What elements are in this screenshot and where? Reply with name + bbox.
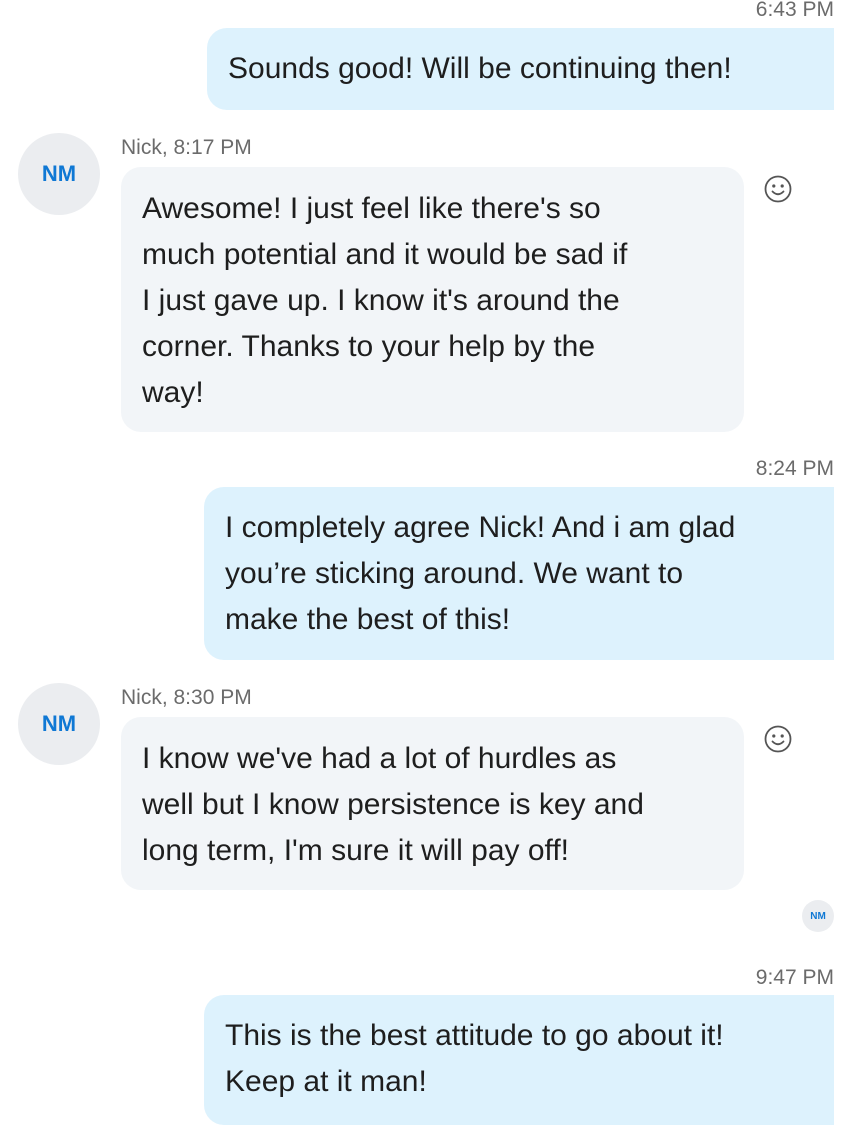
message-timestamp: 9:47 PM xyxy=(755,966,834,989)
smiley-face-icon[interactable] xyxy=(762,723,794,755)
message-text-line: Keep at it man! xyxy=(225,1065,427,1098)
message-text-line: way! xyxy=(142,376,204,409)
message-timestamp: 8:24 PM xyxy=(755,457,834,480)
message-text-line: Sounds good! Will be continuing then! xyxy=(228,52,732,85)
outgoing-message-bubble[interactable]: I completely agree Nick! And i am glad y… xyxy=(204,487,834,660)
message-text-line: corner. Thanks to your help by the xyxy=(142,330,596,363)
message-text-line: Awesome! I just feel like there's so xyxy=(142,192,601,225)
incoming-message-bubble[interactable]: I know we've had a lot of hurdles as wel… xyxy=(121,717,744,890)
incoming-message-bubble[interactable]: Awesome! I just feel like there's so muc… xyxy=(121,167,744,432)
message-text-line: I know we've had a lot of hurdles as xyxy=(142,742,617,775)
message-text-line: I completely agree Nick! And i am glad xyxy=(225,511,736,544)
message-text-line: This is the best attitude to go about it… xyxy=(225,1019,724,1052)
sender-name-time: Nick, 8:17 PM xyxy=(121,136,252,159)
avatar[interactable]: NM xyxy=(18,683,100,765)
sender-name-time: Nick, 8:30 PM xyxy=(121,686,252,709)
message-text-line: I just gave up. I know it's around the xyxy=(142,284,620,317)
read-receipt-avatar: NM xyxy=(802,900,834,932)
message-text-line: long term, I'm sure it will pay off! xyxy=(142,834,569,867)
message-text-line: well but I know persistence is key and xyxy=(142,788,644,821)
message-text-line: much potential and it would be sad if xyxy=(142,238,628,271)
outgoing-message-bubble[interactable]: This is the best attitude to go about it… xyxy=(204,995,834,1125)
avatar[interactable]: NM xyxy=(18,133,100,215)
message-text-line: you’re sticking around. We want to xyxy=(225,557,684,590)
outgoing-message-bubble[interactable]: Sounds good! Will be continuing then! xyxy=(207,28,834,110)
message-text-line: make the best of this! xyxy=(225,603,511,636)
smiley-face-icon[interactable] xyxy=(762,173,794,205)
message-timestamp: 6:43 PM xyxy=(755,0,834,21)
